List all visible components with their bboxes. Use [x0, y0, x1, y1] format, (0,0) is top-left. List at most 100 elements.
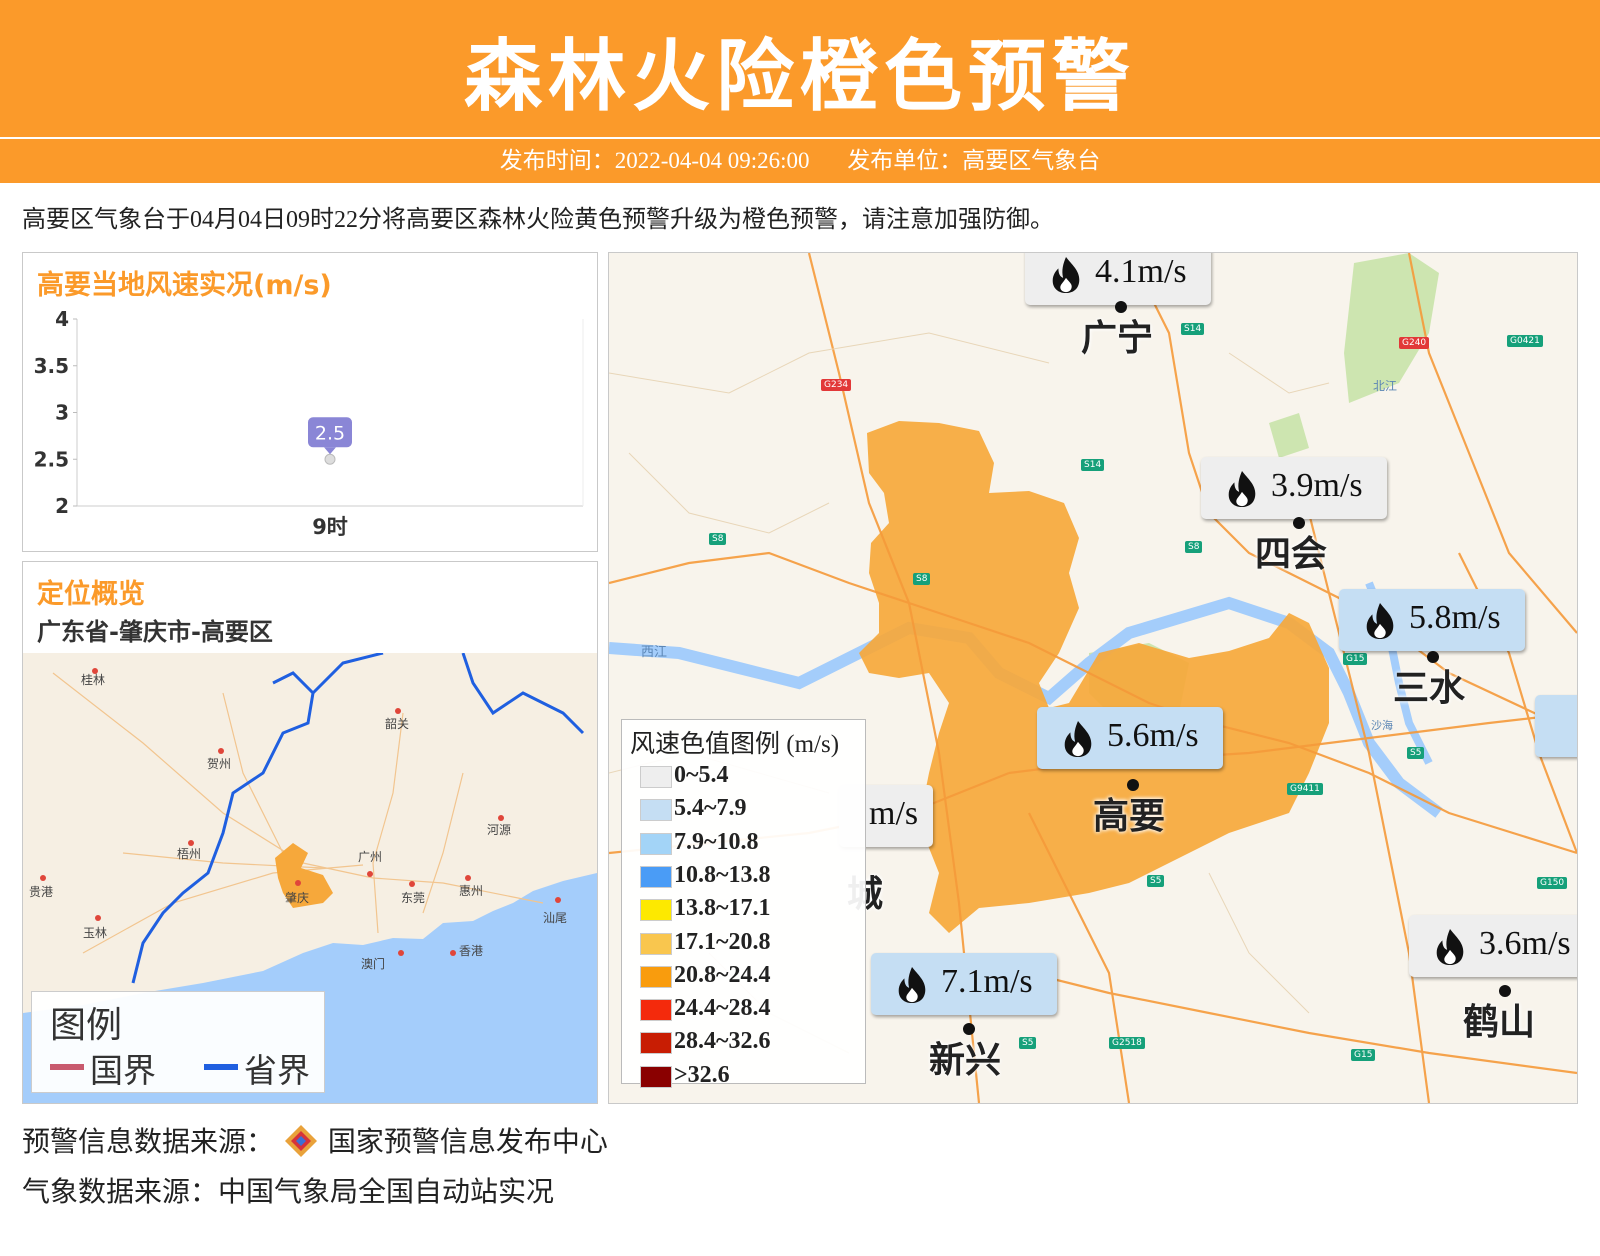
main-map[interactable]: S14 S14 G234 G240 G0421 S8 S8 S8 G15 S5 …	[608, 252, 1578, 1104]
wind-legend-swatch	[640, 865, 672, 888]
road-shield: S8	[709, 533, 727, 545]
wind-chart: 4 3.5 3 2.5 2 9时 2.5	[34, 307, 584, 539]
wind-legend-swatch	[640, 832, 672, 855]
wind-legend-label: 24.4~28.4	[674, 995, 771, 1022]
road-shield: S5	[1019, 1037, 1037, 1049]
overview-city-label: 汕尾	[543, 911, 568, 925]
wind-legend-swatch	[640, 999, 672, 1022]
road-shield: G150	[1537, 877, 1568, 889]
wind-badge[interactable]: 4.1m/s	[1025, 253, 1211, 305]
y-tick-label: 2.5	[34, 447, 69, 471]
overview-city-label: 澳门	[361, 957, 386, 971]
overview-city-label: 惠州	[459, 884, 484, 898]
wind-value: m/s	[869, 795, 919, 832]
overview-map[interactable]: 桂林 韶关 贺州 梧州 广州 河源 贵港 肇庆 东莞 惠州 玉林 澳门 香港 汕…	[23, 653, 597, 1103]
wind-legend-swatch	[640, 799, 672, 822]
wind-value: 7.1m/s	[941, 963, 1033, 1000]
warning-center-name: 国家预警信息发布中心	[327, 1125, 608, 1158]
header-banner: 森林火险橙色预警	[0, 0, 1600, 137]
road-shield: S5	[1407, 747, 1425, 759]
warning-source-line: 预警信息数据来源： 国家预警信息发布中心	[22, 1120, 608, 1160]
wind-value: 3.6m/s	[1479, 925, 1571, 962]
wind-legend-swatch	[640, 766, 672, 788]
wind-legend-label: 0~5.4	[674, 762, 729, 788]
wind-legend-swatch	[640, 932, 672, 955]
wind-legend-label: >32.6	[674, 1061, 730, 1088]
warning-center-logo	[283, 1123, 319, 1159]
road-shield: G0421	[1507, 335, 1543, 347]
overview-city-label: 广州	[358, 850, 383, 864]
fire-icon	[1047, 255, 1085, 295]
wind-legend-label: 7.9~10.8	[674, 828, 759, 855]
overview-city-label: 肇庆	[285, 891, 310, 905]
overview-city-label: 桂林	[81, 673, 106, 687]
location-panel: 定位概览 广东省-肇庆市-高要区 桂林 韶关 贺州 梧州 广州 河源 贵港 肇庆…	[22, 561, 598, 1104]
river-label: 西江	[641, 645, 668, 660]
river-label: 北江	[1373, 379, 1398, 393]
river-label: 沙海	[1371, 719, 1393, 732]
x-tick-label: 9时	[312, 515, 348, 539]
overview-city-label: 香港	[459, 944, 484, 958]
road-shield: G2518	[1109, 1037, 1145, 1049]
wind-value: 4.1m/s	[1095, 253, 1187, 290]
wind-value: 5.8m/s	[1409, 599, 1501, 636]
overview-city-label: 韶关	[385, 717, 410, 731]
wind-badge[interactable]: 7.1m/s	[871, 953, 1057, 1015]
wind-speed-legend: 风速色值图例 (m/s) 0~5.4 5.4~7.9 7.9~10.8 10.8~13…	[621, 719, 866, 1088]
overview-city-label: 贺州	[207, 757, 232, 771]
wind-chart-panel: 高要当地风速实况(m/s) 4 3.5 3 2.5 2 9时 2.5	[22, 252, 598, 552]
wind-badge[interactable]: 5.6m/s	[1037, 707, 1223, 769]
overview-city-label: 东莞	[401, 891, 426, 905]
national-border-label: 国界	[90, 1051, 156, 1090]
warning-source-label: 预警信息数据来源：	[22, 1125, 275, 1158]
station-name: 高要	[1093, 796, 1166, 837]
road-shield: S5	[1147, 875, 1165, 887]
publish-info-bar: 发布时间：2022-04-04 09:26:00 发布单位：高要区气象台	[0, 139, 1600, 183]
location-path: 广东省-肇庆市-高要区	[37, 618, 273, 646]
road-shield: S14	[1081, 459, 1105, 471]
fire-icon	[1361, 601, 1399, 641]
road-shield: S14	[1181, 323, 1205, 335]
wind-legend-swatch	[640, 1032, 672, 1055]
overview-city-label: 玉林	[83, 926, 108, 940]
publisher: 发布单位：高要区气象台	[847, 148, 1101, 173]
fire-icon	[1223, 469, 1261, 509]
station-name: 广宁	[1081, 318, 1154, 359]
wind-badge[interactable]: 3.6m/s	[1409, 915, 1577, 977]
data-point	[324, 453, 336, 465]
fire-icon	[1431, 927, 1469, 967]
road-shield: G9411	[1287, 783, 1323, 795]
wind-badge-edge[interactable]	[1535, 695, 1577, 757]
road-shield: G234	[821, 379, 852, 391]
wind-value: 3.9m/s	[1271, 467, 1363, 504]
y-tick-label: 3	[55, 401, 69, 425]
station-name: 新兴	[929, 1040, 1002, 1081]
wind-legend-label: 17.1~20.8	[674, 928, 771, 955]
provincial-border-swatch	[204, 1064, 238, 1070]
wind-legend-label: 20.8~24.4	[674, 961, 771, 988]
station-name: 四会	[1255, 534, 1328, 575]
weather-source-line: 气象数据来源：中国气象局全国自动站实况	[22, 1175, 555, 1208]
y-tick-label: 2	[55, 494, 69, 518]
road-shield: S8	[1185, 541, 1203, 553]
warning-description: 高要区气象台于04月04日09时22分将高要区森林火险黄色预警升级为橙色预警，请…	[22, 207, 1054, 233]
station-name: 三水	[1393, 668, 1466, 709]
y-tick-label: 4	[55, 307, 69, 331]
publish-time: 发布时间：2022-04-04 09:26:00	[499, 148, 810, 173]
wind-legend-label: 5.4~7.9	[674, 795, 747, 822]
wind-badge[interactable]: 5.8m/s	[1339, 589, 1525, 651]
overview-legend-title: 图例	[50, 1005, 123, 1046]
wind-badge[interactable]: 3.9m/s	[1201, 457, 1387, 519]
y-tick-label: 3.5	[34, 354, 69, 378]
fire-icon	[1059, 719, 1097, 759]
wind-legend-label: 10.8~13.8	[674, 861, 771, 888]
data-label: 2.5	[315, 422, 345, 444]
overview-city-label: 梧州	[177, 847, 202, 861]
road-shield: G15	[1343, 653, 1368, 665]
wind-legend-swatch	[640, 1065, 672, 1088]
road-shield: G240	[1399, 337, 1430, 349]
overview-city-label: 贵港	[29, 885, 54, 899]
wind-legend-title: 风速色值图例 (m/s)	[630, 731, 840, 758]
overview-legend: 图例 国界 省界	[31, 991, 325, 1093]
page-title: 森林火险橙色预警	[463, 32, 1136, 122]
